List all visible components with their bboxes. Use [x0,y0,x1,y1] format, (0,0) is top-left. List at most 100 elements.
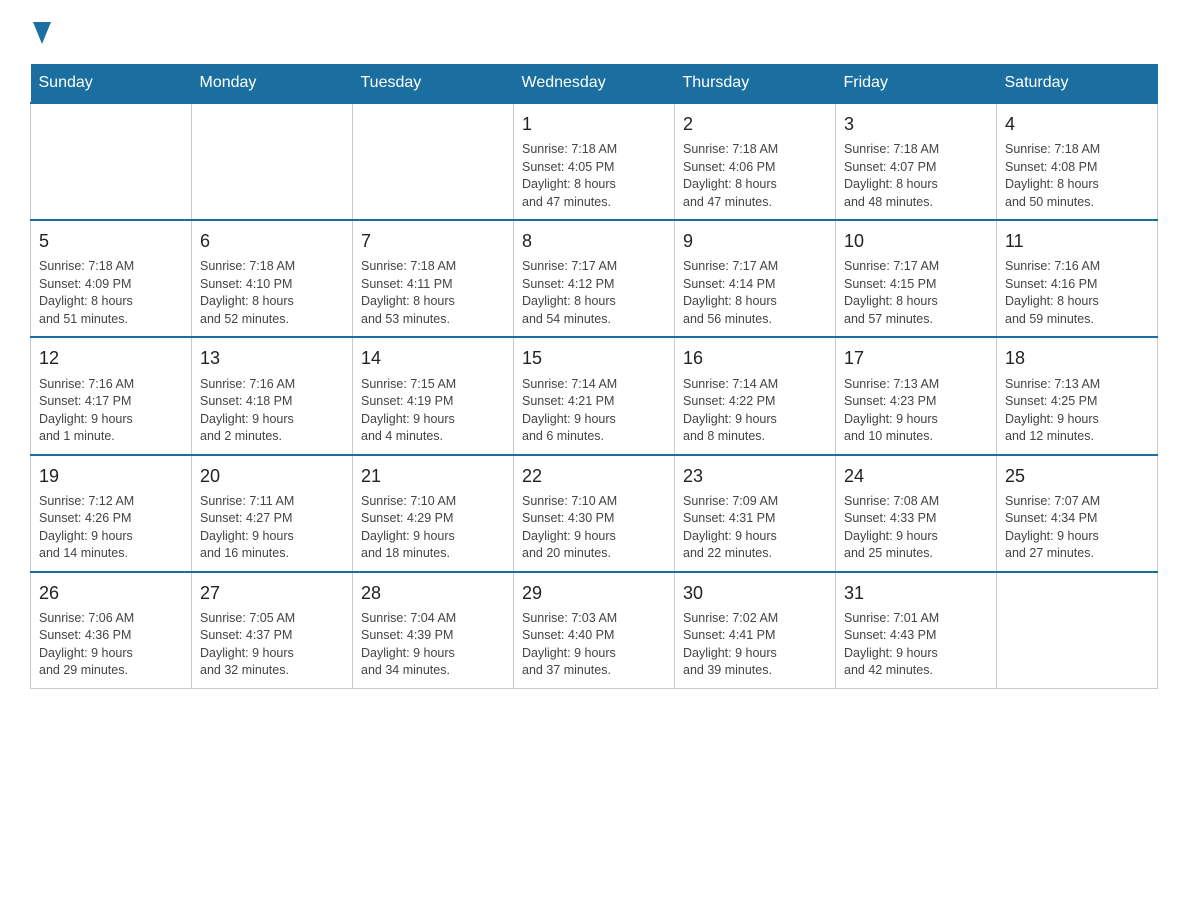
calendar-cell: 19 Sunrise: 7:12 AM Sunset: 4:26 PM Dayli… [31,455,192,572]
calendar-body: 1Sunrise: 7:18 AM Sunset: 4:05 PM Daylig… [31,103,1158,688]
day-number: 29 [522,581,666,606]
calendar-cell: 27 Sunrise: 7:05 AM Sunset: 4:37 PM Dayli… [192,572,353,689]
logo-wrapper [30,20,51,44]
day-info: Sunrise: 7:11 AM Sunset: 4:27 PM Dayligh… [200,493,344,563]
calendar-cell: 1Sunrise: 7:18 AM Sunset: 4:05 PM Daylig… [514,103,675,220]
calendar-cell: 16Sunrise: 7:14 AM Sunset: 4:22 PM Dayli… [675,337,836,454]
day-info: Sunrise: 7:08 AM Sunset: 4:33 PM Dayligh… [844,493,988,563]
day-number: 5 [39,229,183,254]
calendar-cell: 11 Sunrise: 7:16 AM Sunset: 4:16 PM Dayli… [997,220,1158,337]
day-number: 7 [361,229,505,254]
day-info: Sunrise: 7:09 AM Sunset: 4:31 PM Dayligh… [683,493,827,563]
day-number: 25 [1005,464,1149,489]
header-cell-thursday: Thursday [675,64,836,103]
calendar-cell: 15Sunrise: 7:14 AM Sunset: 4:21 PM Dayli… [514,337,675,454]
calendar-cell: 3Sunrise: 7:18 AM Sunset: 4:07 PM Daylig… [836,103,997,220]
calendar-cell [997,572,1158,689]
calendar-cell: 4Sunrise: 7:18 AM Sunset: 4:08 PM Daylig… [997,103,1158,220]
day-number: 13 [200,346,344,371]
header-cell-friday: Friday [836,64,997,103]
calendar-cell: 26 Sunrise: 7:06 AM Sunset: 4:36 PM Dayli… [31,572,192,689]
day-info: Sunrise: 7:18 AM Sunset: 4:09 PM Dayligh… [39,258,183,328]
day-info: Sunrise: 7:02 AM Sunset: 4:41 PM Dayligh… [683,610,827,680]
day-number: 26 [39,581,183,606]
day-info: Sunrise: 7:14 AM Sunset: 4:22 PM Dayligh… [683,376,827,446]
day-number: 21 [361,464,505,489]
day-number: 6 [200,229,344,254]
day-number: 12 [39,346,183,371]
week-row-4: 26 Sunrise: 7:06 AM Sunset: 4:36 PM Dayli… [31,572,1158,689]
calendar-cell: 25 Sunrise: 7:07 AM Sunset: 4:34 PM Dayli… [997,455,1158,572]
calendar-cell [353,103,514,220]
week-row-0: 1Sunrise: 7:18 AM Sunset: 4:05 PM Daylig… [31,103,1158,220]
header-cell-saturday: Saturday [997,64,1158,103]
header-cell-monday: Monday [192,64,353,103]
calendar-cell: 23 Sunrise: 7:09 AM Sunset: 4:31 PM Dayli… [675,455,836,572]
day-info: Sunrise: 7:01 AM Sunset: 4:43 PM Dayligh… [844,610,988,680]
header-cell-tuesday: Tuesday [353,64,514,103]
day-number: 11 [1005,229,1149,254]
header-cell-sunday: Sunday [31,64,192,103]
day-number: 18 [1005,346,1149,371]
calendar-cell: 14 Sunrise: 7:15 AM Sunset: 4:19 PM Dayli… [353,337,514,454]
day-number: 22 [522,464,666,489]
calendar-cell: 9Sunrise: 7:17 AM Sunset: 4:14 PM Daylig… [675,220,836,337]
day-info: Sunrise: 7:18 AM Sunset: 4:06 PM Dayligh… [683,141,827,211]
day-number: 19 [39,464,183,489]
calendar-cell: 12 Sunrise: 7:16 AM Sunset: 4:17 PM Dayli… [31,337,192,454]
day-info: Sunrise: 7:18 AM Sunset: 4:05 PM Dayligh… [522,141,666,211]
week-row-2: 12 Sunrise: 7:16 AM Sunset: 4:17 PM Dayli… [31,337,1158,454]
day-number: 30 [683,581,827,606]
day-info: Sunrise: 7:03 AM Sunset: 4:40 PM Dayligh… [522,610,666,680]
logo-icon [33,22,51,44]
calendar-cell: 13 Sunrise: 7:16 AM Sunset: 4:18 PM Dayli… [192,337,353,454]
calendar-cell: 30 Sunrise: 7:02 AM Sunset: 4:41 PM Dayli… [675,572,836,689]
calendar-cell: 2Sunrise: 7:18 AM Sunset: 4:06 PM Daylig… [675,103,836,220]
calendar-cell: 21 Sunrise: 7:10 AM Sunset: 4:29 PM Dayli… [353,455,514,572]
page-header [30,20,1158,44]
day-info: Sunrise: 7:05 AM Sunset: 4:37 PM Dayligh… [200,610,344,680]
day-info: Sunrise: 7:17 AM Sunset: 4:15 PM Dayligh… [844,258,988,328]
day-number: 17 [844,346,988,371]
day-number: 28 [361,581,505,606]
day-info: Sunrise: 7:15 AM Sunset: 4:19 PM Dayligh… [361,376,505,446]
header-row: SundayMondayTuesdayWednesdayThursdayFrid… [31,64,1158,103]
calendar-cell: 10Sunrise: 7:17 AM Sunset: 4:15 PM Dayli… [836,220,997,337]
day-info: Sunrise: 7:10 AM Sunset: 4:29 PM Dayligh… [361,493,505,563]
day-number: 20 [200,464,344,489]
day-info: Sunrise: 7:06 AM Sunset: 4:36 PM Dayligh… [39,610,183,680]
week-row-1: 5 Sunrise: 7:18 AM Sunset: 4:09 PM Daylig… [31,220,1158,337]
calendar-cell: 5 Sunrise: 7:18 AM Sunset: 4:09 PM Daylig… [31,220,192,337]
calendar-cell: 20 Sunrise: 7:11 AM Sunset: 4:27 PM Dayli… [192,455,353,572]
calendar-cell: 17 Sunrise: 7:13 AM Sunset: 4:23 PM Dayli… [836,337,997,454]
day-info: Sunrise: 7:16 AM Sunset: 4:17 PM Dayligh… [39,376,183,446]
day-info: Sunrise: 7:13 AM Sunset: 4:23 PM Dayligh… [844,376,988,446]
day-number: 8 [522,229,666,254]
day-number: 31 [844,581,988,606]
day-info: Sunrise: 7:10 AM Sunset: 4:30 PM Dayligh… [522,493,666,563]
day-number: 9 [683,229,827,254]
day-number: 3 [844,112,988,137]
calendar-cell: 31 Sunrise: 7:01 AM Sunset: 4:43 PM Dayli… [836,572,997,689]
day-number: 15 [522,346,666,371]
day-info: Sunrise: 7:16 AM Sunset: 4:18 PM Dayligh… [200,376,344,446]
day-info: Sunrise: 7:12 AM Sunset: 4:26 PM Dayligh… [39,493,183,563]
day-info: Sunrise: 7:07 AM Sunset: 4:34 PM Dayligh… [1005,493,1149,563]
day-number: 24 [844,464,988,489]
day-info: Sunrise: 7:18 AM Sunset: 4:11 PM Dayligh… [361,258,505,328]
calendar-cell: 18Sunrise: 7:13 AM Sunset: 4:25 PM Dayli… [997,337,1158,454]
day-info: Sunrise: 7:18 AM Sunset: 4:10 PM Dayligh… [200,258,344,328]
day-number: 14 [361,346,505,371]
day-number: 23 [683,464,827,489]
calendar-cell [192,103,353,220]
calendar-table: SundayMondayTuesdayWednesdayThursdayFrid… [30,64,1158,689]
logo [30,20,51,44]
day-info: Sunrise: 7:16 AM Sunset: 4:16 PM Dayligh… [1005,258,1149,328]
day-info: Sunrise: 7:18 AM Sunset: 4:08 PM Dayligh… [1005,141,1149,211]
week-row-3: 19 Sunrise: 7:12 AM Sunset: 4:26 PM Dayli… [31,455,1158,572]
day-number: 27 [200,581,344,606]
calendar-cell: 8 Sunrise: 7:17 AM Sunset: 4:12 PM Daylig… [514,220,675,337]
day-info: Sunrise: 7:17 AM Sunset: 4:12 PM Dayligh… [522,258,666,328]
calendar-cell: 22 Sunrise: 7:10 AM Sunset: 4:30 PM Dayli… [514,455,675,572]
calendar-cell: 29 Sunrise: 7:03 AM Sunset: 4:40 PM Dayli… [514,572,675,689]
